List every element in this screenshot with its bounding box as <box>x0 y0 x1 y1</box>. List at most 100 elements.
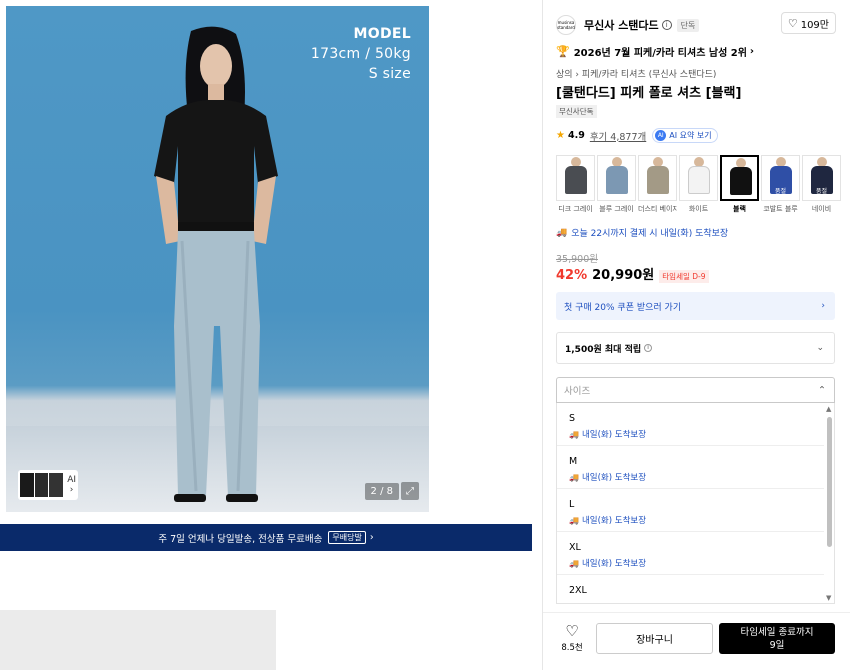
expand-icon[interactable]: ⤢ <box>401 482 419 500</box>
scrollbar-thumb[interactable] <box>827 417 832 547</box>
brand-like-count: 109만 <box>800 19 829 31</box>
size-option[interactable]: XL 🚚 내일(화) 도착보장 <box>557 532 824 575</box>
coupon-text: 첫 구매 20% 쿠폰 받으러 가기 <box>564 302 682 313</box>
color-swatch-label: 블랙 <box>733 205 746 213</box>
color-swatch-label: 코발트 블루 <box>763 205 798 213</box>
color-swatch-image <box>556 155 595 201</box>
promo-tag: 무배당발 <box>328 531 366 544</box>
buy-button-line2: 9일 <box>769 639 785 651</box>
ranking-link[interactable]: 🏆 2026년 7월 피케/카라 티셔츠 남성 2위 › <box>556 44 754 59</box>
info-icon[interactable]: i <box>644 344 653 352</box>
color-swatch[interactable]: 품절네이비 <box>802 155 841 214</box>
delivery-info: 🚚 오늘 22시까지 결제 시 내일(화) 도착보장 <box>556 226 728 240</box>
coupon-banner[interactable]: 첫 구매 20% 쿠폰 받으러 가기 › <box>556 292 835 320</box>
color-swatch-label: 블루 그레이 <box>599 205 634 213</box>
original-price: 35,900원 <box>556 254 598 265</box>
size-delivery-text: 내일(화) 도착보장 <box>581 516 647 526</box>
size-option[interactable]: S 🚚 내일(화) 도착보장 <box>557 403 824 446</box>
exclusive-badge: 단독 <box>676 18 700 32</box>
swatch-shirt <box>606 166 628 194</box>
color-swatch[interactable]: 블루 그레이 <box>597 155 636 214</box>
swatch-shirt <box>647 166 669 194</box>
model-size: 173cm / 50kg <box>310 46 411 62</box>
color-swatch-image <box>597 155 636 201</box>
info-icon[interactable]: i <box>661 20 672 30</box>
scroll-up-icon[interactable]: ▲ <box>826 405 831 413</box>
rating-row: ★ 4.9 후기 4,877개 AI AI 요약 보기 <box>556 128 718 143</box>
brand-name[interactable]: 무신사 스탠다드 <box>584 17 659 33</box>
size-options-list: S 🚚 내일(화) 도착보장 M 🚚 내일(화) 도착보장 L 🚚 내일(화) 도착보장 XL 🚚 내… <box>556 403 835 604</box>
product-title: [쿨탠다드] 피케 폴로 셔츠 [블랙] <box>556 86 742 101</box>
size-option-delivery: 🚚 내일(화) 도착보장 <box>569 557 824 570</box>
chevron-right-icon: › <box>369 532 374 543</box>
size-option-name: M <box>569 456 578 467</box>
ai-summary-button[interactable]: AI AI 요약 보기 <box>652 128 718 143</box>
color-swatch-label: 네이비 <box>811 205 832 213</box>
size-delivery-text: 내일(화) 도착보장 <box>581 559 647 569</box>
chevron-up-icon: ⌃ <box>818 384 826 396</box>
size-option[interactable]: M 🚚 내일(화) 도착보장 <box>557 446 824 489</box>
breadcrumb[interactable]: 상의 › 피케/카라 티셔츠 (무신사 스탠다드) <box>556 67 716 80</box>
size-delivery-text: 내일(화) 도착보장 <box>581 430 647 440</box>
color-swatch-label: 화이트 <box>688 205 709 213</box>
promo-text: 주 7일 언제나 당일발송, 전상품 무료배송 <box>158 533 323 545</box>
swatch-shirt <box>730 167 752 195</box>
ai-summary-label: AI 요약 보기 <box>669 131 712 140</box>
soldout-tag: 품절 <box>815 188 828 195</box>
color-swatch[interactable]: 품절코발트 블루 <box>761 155 800 214</box>
color-swatch[interactable]: 블랙 <box>720 155 759 214</box>
color-options: 디크 그레이 블루 그레이 더스티 베이지 화이트 블랙 품절 코발트 블루 품절 네이비 <box>556 155 843 214</box>
add-to-cart-button[interactable]: 장바구니 <box>596 623 713 654</box>
thumbnail[interactable] <box>20 473 34 497</box>
size-option-name: 2XL <box>569 585 587 596</box>
price-row: 42% 20,990원 타임세일 D-9 <box>556 264 709 283</box>
image-thumbnails[interactable]: AI › <box>18 470 78 500</box>
color-swatch-image <box>638 155 677 201</box>
ai-thumb-label: AI › <box>67 475 77 495</box>
timesale-badge: 타임세일 D-9 <box>659 270 709 283</box>
color-swatch[interactable]: 화이트 <box>679 155 718 214</box>
ranking-text: 2026년 7월 피케/카라 티셔츠 남성 2위 <box>573 48 747 59</box>
model-title: MODEL <box>353 26 411 42</box>
scrollbar[interactable]: ▲ ▼ <box>825 403 834 603</box>
brand-logo[interactable]: musinsa standard <box>556 15 576 35</box>
size-option[interactable]: L 🚚 내일(화) 도착보장 <box>557 489 824 532</box>
thumbnail[interactable] <box>34 473 49 497</box>
soldout-tag: 품절 <box>774 188 787 195</box>
buy-button[interactable]: 타임세일 종료까지 9일 <box>719 623 835 654</box>
scroll-down-icon[interactable]: ▼ <box>826 594 831 602</box>
thumbnail[interactable] <box>49 473 64 497</box>
size-option-delivery: 🚚 내일(화) 도착보장 <box>569 514 824 527</box>
model-figure <box>154 26 278 502</box>
truck-icon: 🚚 <box>569 472 579 482</box>
rating-score: 4.9 <box>567 130 585 141</box>
color-swatch[interactable]: 더스티 베이지 <box>638 155 677 214</box>
points-dropdown[interactable]: 1,500원 최대 적립 i ⌄ <box>556 332 835 364</box>
size-select[interactable]: 사이즈 ⌃ <box>556 377 835 403</box>
review-link[interactable]: 후기 4,877개 <box>590 129 646 143</box>
promo-banner[interactable]: 주 7일 언제나 당일발송, 전상품 무료배송 무배당발 › <box>0 524 532 551</box>
model-fit: S size <box>368 66 411 82</box>
size-option-delivery: 🚚 내일(화) 도착보장 <box>569 471 824 484</box>
trophy-icon: 🏆 <box>556 45 570 58</box>
product-image[interactable]: MODEL 173cm / 50kg S size AI › 2 / 8 ⤢ <box>6 6 429 512</box>
truck-icon: 🚚 <box>569 429 579 439</box>
color-swatch-image <box>720 155 759 201</box>
model-info: MODEL 173cm / 50kg S size <box>311 24 411 84</box>
truck-icon: 🚚 <box>569 558 579 568</box>
brand-like-button[interactable]: ♡ 109만 <box>780 12 836 34</box>
ai-icon: AI <box>655 130 667 141</box>
heart-icon: ♡ <box>787 16 798 30</box>
star-icon: ★ <box>556 130 565 141</box>
size-option[interactable]: 2XL <box>557 575 824 603</box>
size-delivery-text: 내일(화) 도착보장 <box>581 473 647 483</box>
page-indicator: 2 / 8 <box>364 483 399 500</box>
size-placeholder: 사이즈 <box>564 386 591 397</box>
sale-price: 20,990원 <box>592 268 655 283</box>
color-swatch[interactable]: 디크 그레이 <box>556 155 595 214</box>
color-swatch-image <box>679 155 718 201</box>
swatch-shirt <box>565 166 587 194</box>
wishlist-button[interactable]: ♡ 8.5천 <box>555 623 589 653</box>
color-swatch-image: 품절 <box>761 155 800 201</box>
chevron-right-icon: › <box>749 46 755 57</box>
